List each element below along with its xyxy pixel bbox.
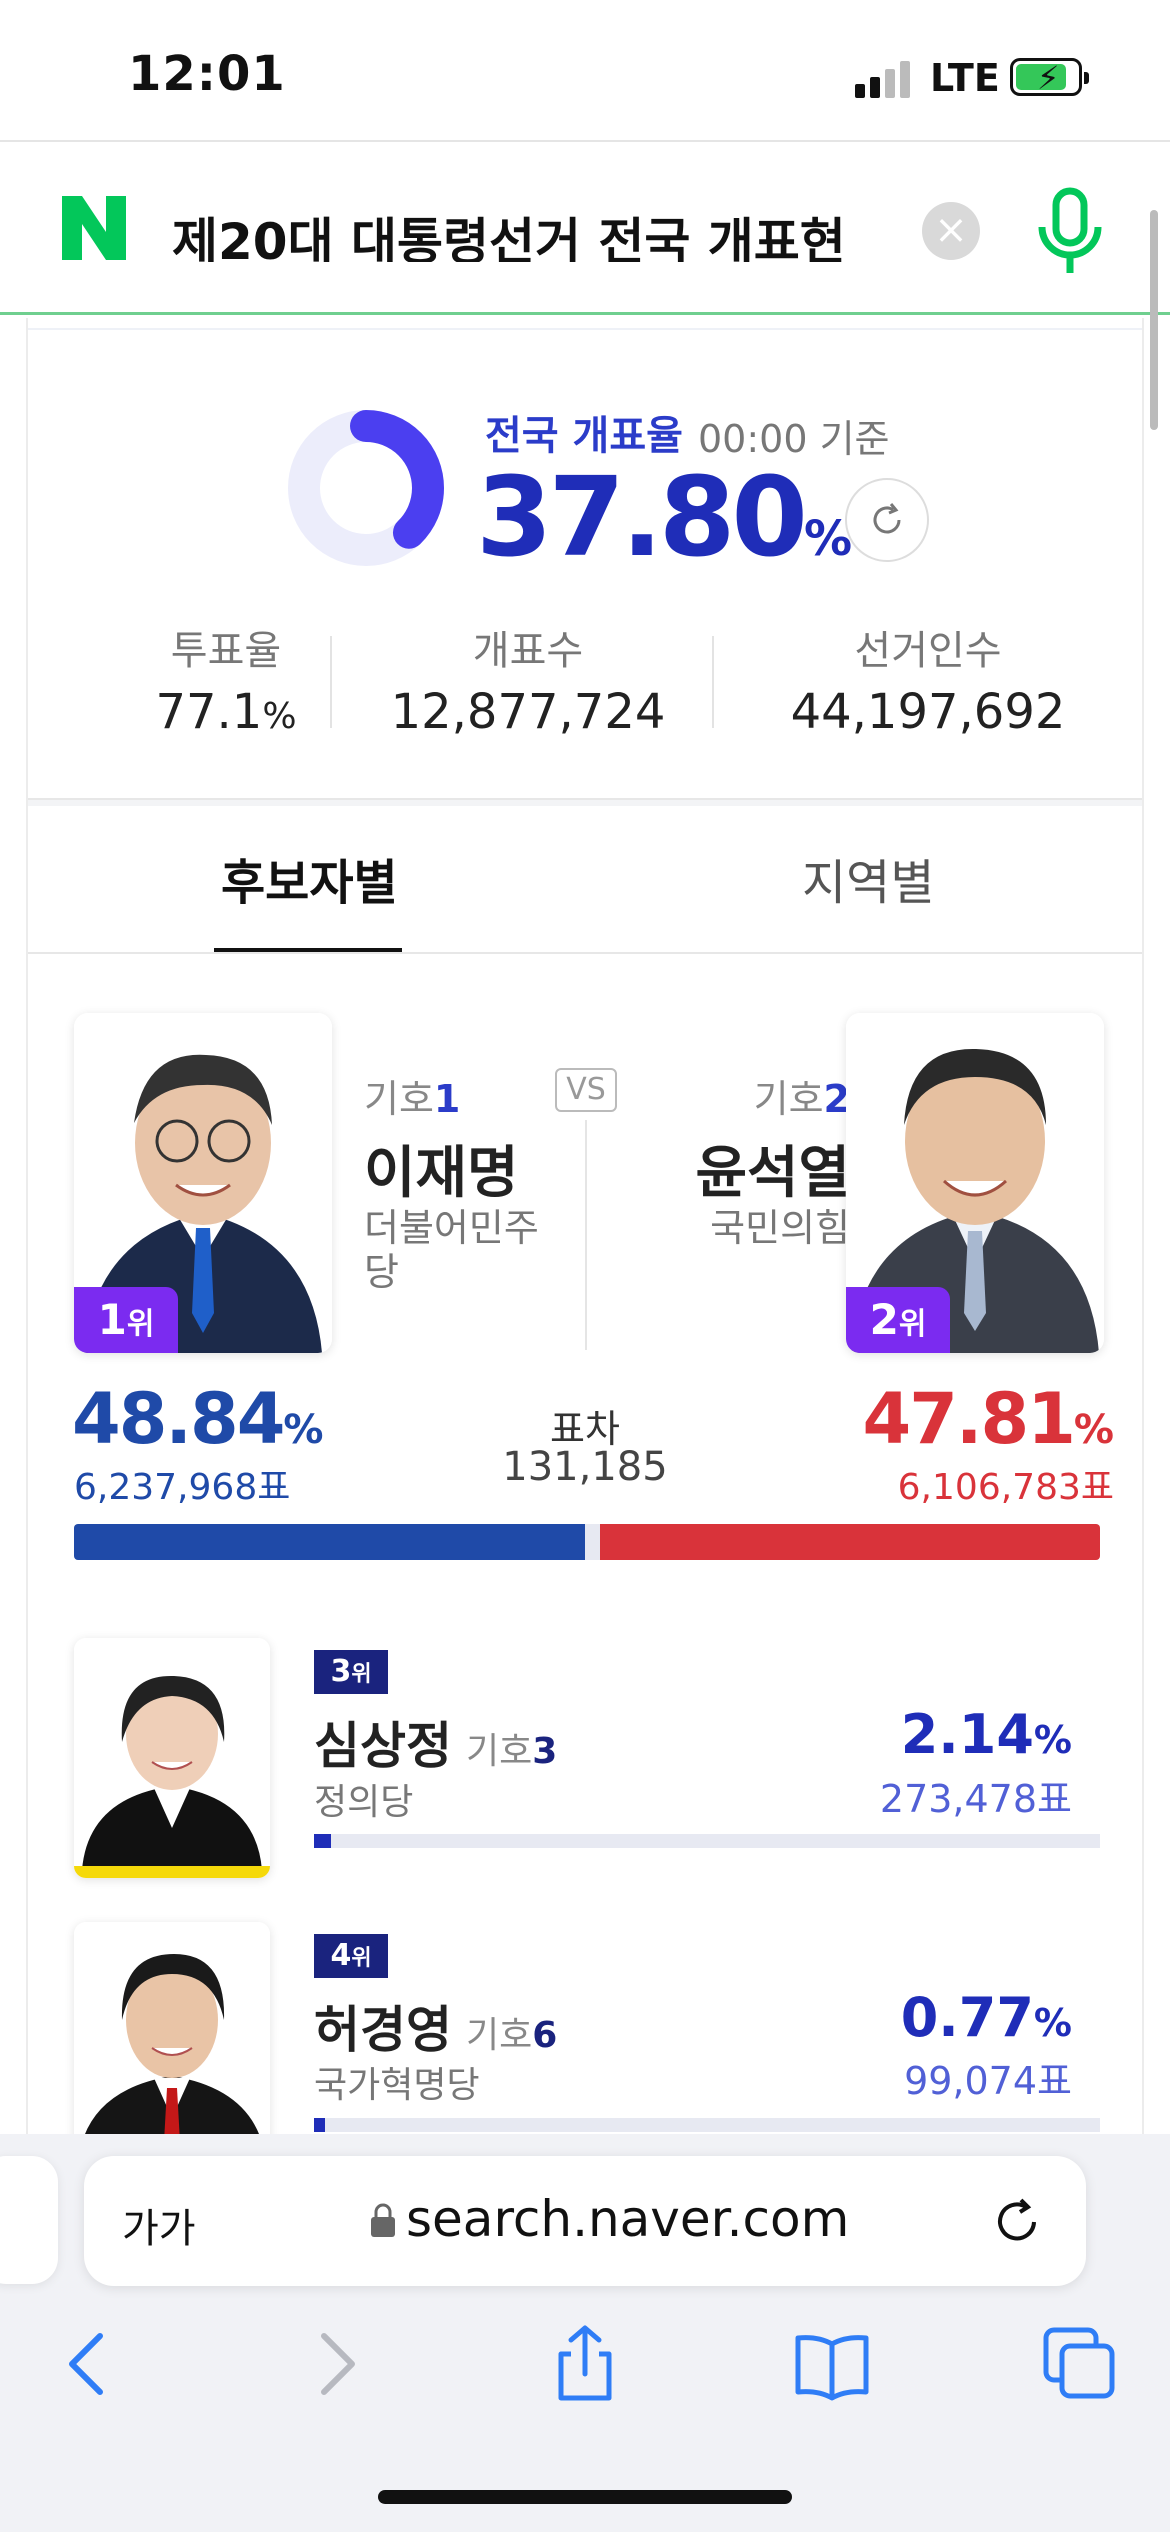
candidate-name-4[interactable]: 허경영 기호6 xyxy=(314,1990,557,2062)
text-size-button[interactable]: 가가 xyxy=(122,2196,196,2254)
electorate-stat: 선거인수 44,197,692 xyxy=(728,618,1128,740)
electorate-value: 44,197,692 xyxy=(790,684,1066,740)
status-bar: 12:01 LTE ⚡ xyxy=(0,0,1170,140)
vote-count-right: 6,106,783표 xyxy=(897,1467,1114,1508)
candidate-name-left[interactable]: 이재명 xyxy=(364,1128,519,1209)
back-icon[interactable] xyxy=(48,2324,128,2404)
vote-count-3: 273,478표 xyxy=(879,1777,1072,1821)
candidate-photo-3[interactable] xyxy=(74,1638,270,1878)
counted-value: 12,877,724 xyxy=(390,684,666,740)
home-indicator[interactable] xyxy=(378,2490,792,2504)
turnout-label: 투표율 xyxy=(170,628,282,674)
address-bar[interactable]: 가가 search.naver.com xyxy=(84,2156,1086,2286)
url-text[interactable]: search.naver.com xyxy=(406,2190,849,2248)
candidate-photo-left[interactable]: 1위 xyxy=(74,1013,332,1353)
vote-share-bar-3 xyxy=(314,1834,1100,1848)
election-card: 전국 개표율 00:00 기준 37.80% 투표율 77.1% 개표수 12,… xyxy=(26,318,1144,2136)
candidate-party-right: 국민의힘 xyxy=(710,1206,850,1250)
rank-badge: 2위 xyxy=(846,1287,950,1353)
vote-share-3: 2.14% xyxy=(900,1703,1072,1766)
refresh-button[interactable] xyxy=(845,478,929,562)
scrollbar[interactable] xyxy=(1150,210,1158,430)
candidate-name-right[interactable]: 윤석열 xyxy=(695,1128,850,1209)
search-bar: 제20대 대통령선거 전국 개표현 × xyxy=(0,140,1170,315)
candidate-photo-right[interactable]: 2위 xyxy=(846,1013,1104,1353)
portrait-image xyxy=(74,1638,270,1878)
vote-count-4: 99,074표 xyxy=(904,2059,1072,2103)
bar-segment-left xyxy=(74,1524,585,1560)
candidate-party-4: 국가혁명당 xyxy=(314,2065,480,2106)
browser-toolbar: 가가 search.naver.com xyxy=(0,2134,1170,2532)
microphone-icon[interactable] xyxy=(1030,187,1110,277)
forward-icon[interactable] xyxy=(296,2324,376,2404)
candidate-number-right: 기호2 xyxy=(753,1077,850,1121)
candidate-number-left: 기호1 xyxy=(364,1077,461,1121)
counted-stat: 개표수 12,877,724 xyxy=(348,618,708,740)
naver-logo-icon[interactable] xyxy=(58,194,130,262)
tab-by-candidate[interactable]: 후보자별 xyxy=(221,843,398,913)
refresh-icon xyxy=(873,503,901,534)
electorate-label: 선거인수 xyxy=(854,628,1002,674)
rank-badge: 4위 xyxy=(314,1934,388,1978)
candidate-name-3[interactable]: 심상정 기호3 xyxy=(314,1706,557,1778)
counting-rate: 37.80% xyxy=(476,453,853,581)
tab-by-region[interactable]: 지역별 xyxy=(802,843,934,913)
signal-icon xyxy=(855,60,915,98)
vote-share-right: 47.81% xyxy=(862,1378,1115,1460)
previous-tab-preview[interactable] xyxy=(0,2156,58,2284)
turnout-stat: 투표율 77.1% xyxy=(88,618,364,740)
tabs-icon[interactable] xyxy=(1040,2324,1120,2404)
head-to-head-bar xyxy=(74,1524,1100,1560)
clear-search-button[interactable]: × xyxy=(922,202,980,260)
reload-icon[interactable] xyxy=(990,2194,1044,2248)
vote-share-4: 0.77% xyxy=(900,1986,1072,2049)
battery-icon: ⚡ xyxy=(1010,58,1089,97)
counted-label: 개표수 xyxy=(472,628,584,674)
search-input[interactable]: 제20대 대통령선거 전국 개표현 xyxy=(172,202,892,262)
vs-badge: VS xyxy=(555,1068,617,1112)
network-label: LTE xyxy=(930,56,1000,100)
portrait-image xyxy=(74,1922,270,2136)
vote-share-bar-4 xyxy=(314,2118,1100,2132)
candidate-party-3: 정의당 xyxy=(314,1782,414,1823)
lock-icon xyxy=(371,2203,395,2237)
counting-donut-chart xyxy=(288,410,444,566)
turnout-value: 77.1% xyxy=(155,684,297,740)
bookmarks-icon[interactable] xyxy=(792,2324,872,2404)
bar-segment-right xyxy=(600,1524,1100,1560)
candidate-photo-4[interactable] xyxy=(74,1922,270,2136)
candidate-party-left: 더불어민주당 xyxy=(364,1206,539,1294)
rank-badge: 1위 xyxy=(74,1287,178,1353)
status-time: 12:01 xyxy=(128,46,286,102)
share-icon[interactable] xyxy=(545,2324,625,2404)
rank-badge: 3위 xyxy=(314,1650,388,1694)
